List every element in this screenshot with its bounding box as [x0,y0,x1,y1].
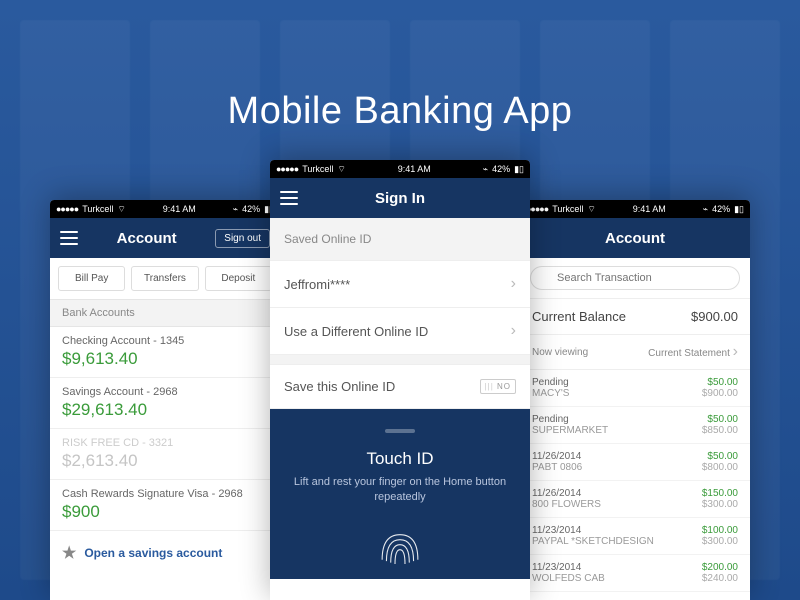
tab-transfers[interactable]: Transfers [131,266,198,291]
signout-button[interactable]: Sign out [215,229,270,248]
now-viewing-row[interactable]: Now viewing Current Statement › [520,335,750,370]
menu-button[interactable] [60,231,78,245]
status-bar: ●●●●●Turkcell⌔ 9:41 AM ⌁42%▮▯ [270,160,530,178]
transaction-row[interactable]: 11/23/2014WOLFEDS CAB$200.00$240.00 [520,555,750,592]
touchid-panel: Touch ID Lift and rest your finger on th… [270,409,530,579]
wifi-icon: ⌔ [117,204,125,215]
account-row[interactable]: Savings Account - 2968 $29,613.40 [50,378,280,429]
touchid-subtitle: Lift and rest your finger on the Home bu… [290,475,510,506]
menu-button[interactable] [280,191,298,205]
nav-title: Sign In [375,190,425,207]
different-id-row[interactable]: Use a Different Online ID › [270,308,530,355]
transaction-row[interactable]: 11/23/2014PAYPAL *SKETCHDESIGN$100.00$30… [520,518,750,555]
nav-title: Account [117,230,177,247]
balance-row: Current Balance $900.00 [520,299,750,335]
battery-icon: ▮▯ [734,204,744,215]
transaction-row[interactable]: 11/26/2014800 FLOWERS$150.00$300.00 [520,481,750,518]
bluetooth-icon: ⌁ [483,164,488,175]
transaction-row[interactable]: 11/26/2014PABT 0806$50.00$800.00 [520,444,750,481]
star-icon: ★ [62,543,76,563]
search-input[interactable] [530,266,740,290]
wifi-icon: ⌔ [587,204,595,215]
chevron-right-icon: › [511,322,516,340]
wifi-icon: ⌔ [337,164,345,175]
saved-id-header: Saved Online ID [270,218,530,261]
saved-id-row[interactable]: Jeffromi**** › [270,261,530,308]
transaction-row[interactable]: PendingSUPERMARKET$50.00$850.00 [520,407,750,444]
save-id-row: Save this Online ID ||| NO [270,365,530,409]
touchid-title: Touch ID [290,449,510,469]
open-savings-link[interactable]: ★ Open a savings account [50,531,280,575]
section-header: Bank Accounts [50,300,280,327]
bluetooth-icon: ⌁ [233,204,238,215]
status-bar: ●●●●●Turkcell⌔ 9:41 AM ⌁42%▮▯ [520,200,750,218]
account-row[interactable]: Checking Account - 1345 $9,613.40 [50,327,280,378]
nav-title: Account [605,230,665,247]
phone-transactions: ●●●●●Turkcell⌔ 9:41 AM ⌁42%▮▯ Account 🔍 … [520,200,750,600]
hero-title: Mobile Banking App [0,90,800,133]
chevron-right-icon: › [511,275,516,293]
status-bar: ●●●●●Turkcell⌔ 9:41 AM ⌁42%▮▯ [50,200,280,218]
tab-billpay[interactable]: Bill Pay [58,266,125,291]
phone-account-list: ●●●●●Turkcell⌔ 9:41 AM ⌁42%▮▯ Account Si… [50,200,280,600]
account-row[interactable]: RISK FREE CD - 3321 $2,613.40 [50,429,280,480]
bluetooth-icon: ⌁ [703,204,708,215]
phone-signin: ●●●●●Turkcell⌔ 9:41 AM ⌁42%▮▯ Sign In Sa… [270,160,530,600]
transaction-row[interactable]: PendingMACY'S$50.00$900.00 [520,370,750,407]
save-id-toggle[interactable]: ||| NO [480,379,516,394]
chevron-right-icon: › [733,343,738,360]
tab-deposit[interactable]: Deposit [205,266,272,291]
account-row[interactable]: Cash Rewards Signature Visa - 2968 $900 [50,480,280,531]
fingerprint-icon [365,524,435,574]
battery-icon: ▮▯ [514,164,524,175]
